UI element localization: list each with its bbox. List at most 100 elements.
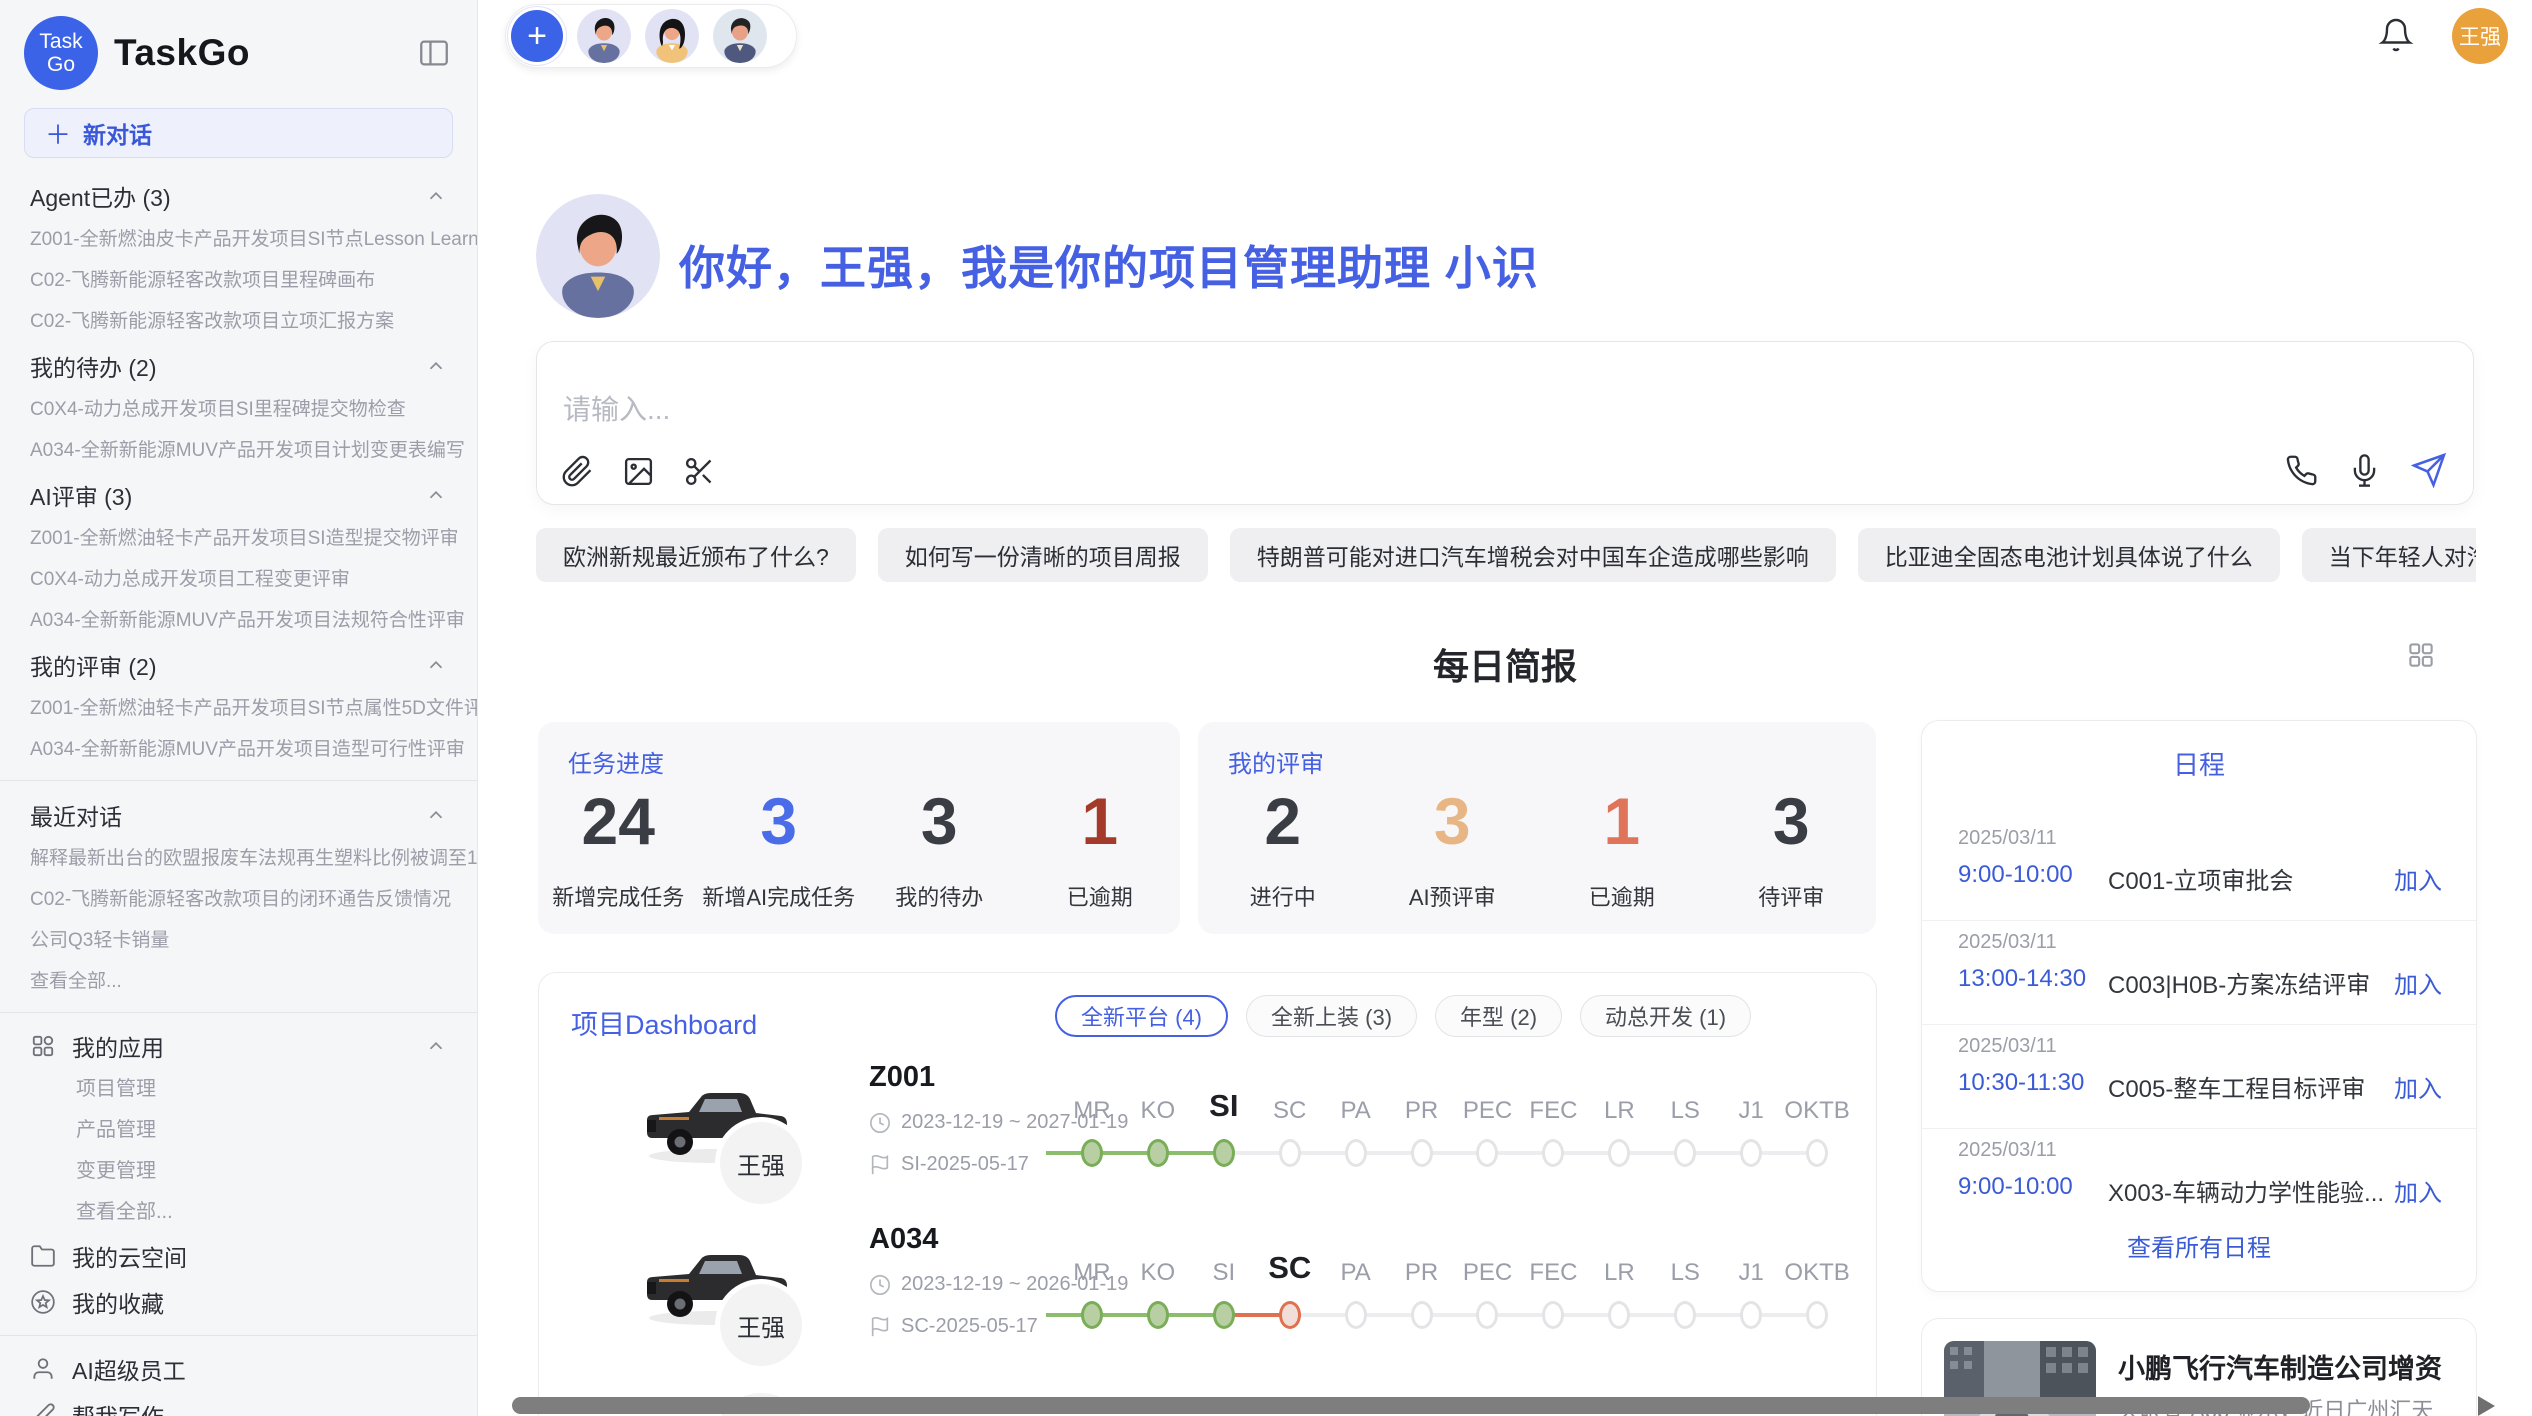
app-item-product-mgmt[interactable]: 产品管理 xyxy=(0,1110,477,1151)
milestone-label: PR xyxy=(1389,1097,1455,1125)
stat-overdue: 1 已逾期 xyxy=(1537,786,1707,912)
my-favorites[interactable]: 我的收藏 xyxy=(0,1279,477,1325)
section-agent-done[interactable]: Agent已办 (3) xyxy=(0,172,477,219)
horizontal-scrollbar[interactable] xyxy=(512,1397,2310,1414)
sidebar-item[interactable]: C02-飞腾新能源轻客改款项目里程碑画布 xyxy=(0,260,477,301)
image-icon[interactable] xyxy=(622,455,655,488)
join-button[interactable]: 加入 xyxy=(2394,1173,2442,1208)
milestone-node-todo xyxy=(1740,1301,1762,1329)
project-row[interactable]: 王强 Z001 2023-12-19 ~ 2027-01-19 SI-2025-… xyxy=(539,1059,1876,1219)
grid-icon xyxy=(30,1033,56,1059)
my-cloud-space[interactable]: 我的云空间 xyxy=(0,1233,477,1279)
section-recent-chats[interactable]: 最近对话 xyxy=(0,791,477,838)
stat-value: 1 xyxy=(1537,786,1707,856)
view-all-apps-link[interactable]: 查看全部... xyxy=(0,1192,477,1233)
tab-powertrain[interactable]: 动总开发 (1) xyxy=(1580,995,1751,1037)
my-review-card: 我的评审 2 进行中 3 AI预评审 1 已逾期 3 待评审 xyxy=(1198,722,1876,934)
tab-new-body[interactable]: 全新上装 (3) xyxy=(1246,995,1417,1037)
chat-input[interactable] xyxy=(563,394,1763,426)
sidebar-item[interactable]: C0X4-动力总成开发项目工程变更评审 xyxy=(0,559,477,600)
task-progress-card: 任务进度 24 新增完成任务 3 新增AI完成任务 3 我的待办 1 已逾期 xyxy=(538,722,1180,934)
milestone-label: MR xyxy=(1059,1259,1125,1287)
collapse-sidebar-icon[interactable] xyxy=(417,36,451,70)
project-dashboard-card: 项目Dashboard 全新平台 (4) 全新上装 (3) 年型 (2) 动总开… xyxy=(538,972,1877,1416)
sidebar-item[interactable]: Z001-全新燃油皮卡产品开发项目SI节点Lesson Learn报告 xyxy=(0,219,477,260)
suggestion-chip[interactable]: 如何写一份清晰的项目周报 xyxy=(878,528,1208,582)
chevron-up-icon[interactable] xyxy=(425,355,447,377)
agent-switcher: + xyxy=(505,4,797,68)
tab-year-model[interactable]: 年型 (2) xyxy=(1435,995,1562,1037)
suggestion-chip[interactable]: 比亚迪全固态电池计划具体说了什么 xyxy=(1858,528,2280,582)
flag-icon xyxy=(869,1316,891,1338)
suggestion-chip[interactable]: 当下年轻人对汽车外观有怎样的喜好趋势 xyxy=(2302,528,2476,582)
event-date: 2025/03/11 xyxy=(1958,1139,2057,1162)
send-icon[interactable] xyxy=(2411,452,2447,488)
recent-chat-item[interactable]: C02-飞腾新能源轻客改款项目的闭环通告反馈情况 xyxy=(0,879,477,920)
chevron-up-icon[interactable] xyxy=(425,654,447,676)
schedule-title: 日程 xyxy=(1922,745,2476,782)
join-button[interactable]: 加入 xyxy=(2394,1069,2442,1104)
stat-value: 24 xyxy=(538,786,699,856)
stat-label: 我的待办 xyxy=(859,880,1020,912)
suggestion-chip[interactable]: 特朗普可能对进口汽车增税会对中国车企造成哪些影响 xyxy=(1230,528,1836,582)
sidebar-item[interactable]: C02-飞腾新能源轻客改款项目立项汇报方案 xyxy=(0,301,477,342)
milestone-stop: KO xyxy=(1125,1069,1191,1185)
app-item-project-mgmt[interactable]: 项目管理 xyxy=(0,1069,477,1110)
event-name: X003-车辆动力学性能验... xyxy=(2108,1173,2384,1208)
add-agent-button[interactable]: + xyxy=(511,10,563,62)
sidebar-item[interactable]: A034-全新新能源MUV产品开发项目法规符合性评审 xyxy=(0,600,477,641)
agent-avatar-3[interactable] xyxy=(713,9,767,63)
recent-chat-item[interactable]: 公司Q3轻卡销量 xyxy=(0,920,477,961)
attachment-icon[interactable] xyxy=(561,455,594,488)
phone-icon[interactable] xyxy=(2285,454,2318,487)
join-button[interactable]: 加入 xyxy=(2394,861,2442,896)
daily-briefing-title: 每日简报 xyxy=(536,638,2474,690)
scissors-icon[interactable] xyxy=(683,455,716,488)
milestone-label: J1 xyxy=(1718,1097,1784,1125)
section-title: 我的评审 (2) xyxy=(30,648,157,682)
agent-avatar-1[interactable] xyxy=(577,9,631,63)
agent-avatar-2[interactable] xyxy=(645,9,699,63)
microphone-icon[interactable] xyxy=(2348,454,2381,487)
milestone-node-done xyxy=(1213,1301,1235,1329)
sidebar-item[interactable]: C0X4-动力总成开发项目SI里程碑提交物检查 xyxy=(0,389,477,430)
chevron-up-icon[interactable] xyxy=(425,1035,447,1057)
help-me-write[interactable]: 帮我写作 xyxy=(0,1392,477,1416)
milestone-label: PA xyxy=(1323,1259,1389,1287)
user-avatar[interactable]: 王强 xyxy=(2452,8,2508,64)
layout-grid-icon[interactable] xyxy=(2406,640,2436,670)
stat-ai-done: 3 新增AI完成任务 xyxy=(699,786,860,912)
section-my-todo[interactable]: 我的待办 (2) xyxy=(0,342,477,389)
suggestion-chip[interactable]: 欧洲新规最近颁布了什么? xyxy=(536,528,856,582)
chevron-up-icon[interactable] xyxy=(425,484,447,506)
stat-ai-prereview: 3 AI预评审 xyxy=(1368,786,1538,912)
chevron-up-icon[interactable] xyxy=(425,185,447,207)
my-apps-group[interactable]: 我的应用 xyxy=(0,1023,477,1069)
join-button[interactable]: 加入 xyxy=(2394,965,2442,1000)
milestone-label: LR xyxy=(1586,1097,1652,1125)
project-row[interactable]: 王强 A034 2023-12-19 ~ 2026-01-19 SC-2025-… xyxy=(539,1221,1876,1381)
scroll-right-arrow[interactable] xyxy=(2478,1396,2495,1416)
sidebar-item[interactable]: Z001-全新燃油轻卡产品开发项目SI节点属性5D文件评审 xyxy=(0,688,477,729)
main-content: + 王强 xyxy=(479,0,2532,1416)
tab-new-platform[interactable]: 全新平台 (4) xyxy=(1055,995,1228,1037)
sidebar-item[interactable]: A034-全新新能源MUV产品开发项目计划变更表编写 xyxy=(0,430,477,471)
project-milestone-date: SI-2025-05-17 xyxy=(901,1153,1029,1176)
chevron-up-icon[interactable] xyxy=(425,804,447,826)
section-ai-review[interactable]: AI评审 (3) xyxy=(0,471,477,518)
sidebar-item[interactable]: A034-全新新能源MUV产品开发项目造型可行性评审 xyxy=(0,729,477,770)
milestone-node-done xyxy=(1147,1139,1169,1167)
new-chat-button[interactable]: ＋ 新对话 xyxy=(24,108,453,158)
recent-chat-item[interactable]: 解释最新出台的欧盟报废车法规再生塑料比例被调至15%... xyxy=(0,838,477,879)
stat-value: 1 xyxy=(1020,786,1181,856)
view-all-schedule-link[interactable]: 查看所有日程 xyxy=(1922,1228,2476,1263)
sidebar-item[interactable]: Z001-全新燃油轻卡产品开发项目SI造型提交物评审 xyxy=(0,518,477,559)
milestone-stop: MR xyxy=(1059,1069,1125,1185)
app-item-change-mgmt[interactable]: 变更管理 xyxy=(0,1151,477,1192)
milestone-node-done xyxy=(1081,1301,1103,1329)
section-my-review[interactable]: 我的评审 (2) xyxy=(0,641,477,688)
notification-bell-icon[interactable] xyxy=(2378,17,2414,53)
view-all-chats-link[interactable]: 查看全部... xyxy=(0,961,477,1002)
milestone-label: PA xyxy=(1323,1097,1389,1125)
ai-super-staff[interactable]: AI超级员工 xyxy=(0,1346,477,1392)
